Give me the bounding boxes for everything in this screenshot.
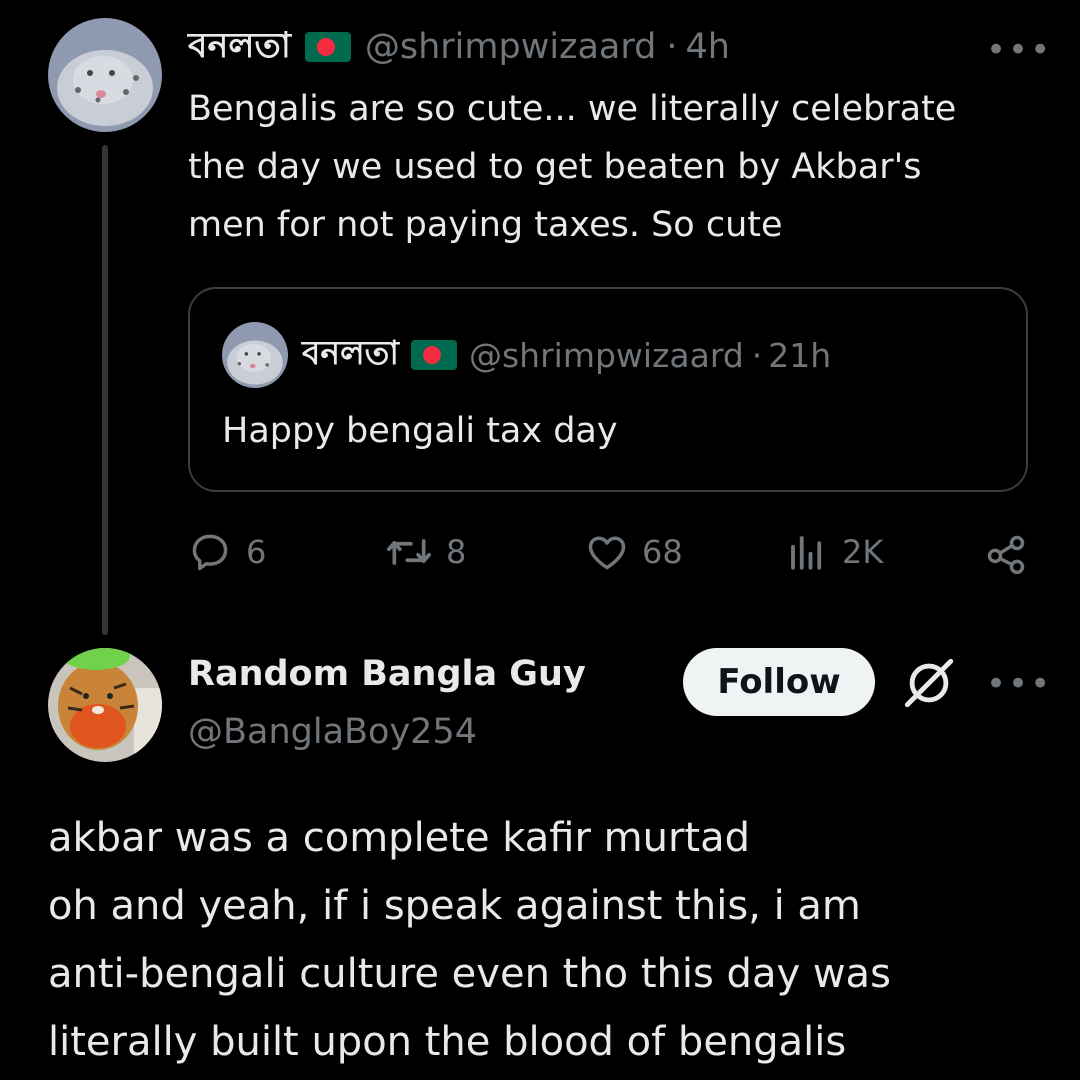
quoted-header: বনলতা @shrimpwizaard · 21h bbox=[302, 330, 831, 380]
snow-leopard-avatar-image bbox=[222, 322, 288, 388]
share-icon bbox=[987, 535, 1025, 575]
comment-bubble-icon bbox=[192, 534, 228, 571]
retweet-button[interactable]: 8 bbox=[384, 530, 466, 574]
quoted-text: Happy bengali tax day bbox=[222, 411, 618, 451]
reply-body: akbar was a complete kafir murtad oh and… bbox=[48, 804, 1068, 1076]
action-bar: 6 8 68 2K bbox=[188, 530, 1038, 586]
like-count: 68 bbox=[642, 533, 683, 571]
quoted-display-name: বনলতা bbox=[302, 333, 399, 372]
separator-dot: · bbox=[666, 27, 678, 67]
retweet-count: 8 bbox=[446, 533, 467, 571]
more-options-icon[interactable]: ••• bbox=[986, 664, 1052, 704]
like-button[interactable]: 68 bbox=[584, 530, 683, 574]
tweet-line: the day we used to get beaten by Akbar's bbox=[188, 147, 922, 187]
tweet-line: men for not paying taxes. So cute bbox=[188, 205, 783, 245]
bar-chart-icon bbox=[791, 536, 822, 570]
view-count: 2K bbox=[842, 533, 884, 571]
avatar[interactable] bbox=[48, 18, 162, 132]
reply-count: 6 bbox=[246, 533, 267, 571]
handle[interactable]: @shrimpwizaard bbox=[365, 27, 656, 67]
more-options-icon[interactable]: ••• bbox=[986, 30, 1052, 70]
slash-circle-icon bbox=[904, 658, 954, 708]
quoted-handle: @shrimpwizaard bbox=[468, 335, 744, 375]
follow-button[interactable]: Follow bbox=[683, 648, 875, 716]
reply-line: anti-bengali culture even tho this day w… bbox=[48, 951, 891, 997]
tiger-avatar-image bbox=[48, 648, 162, 762]
reply-display-name[interactable]: Random Bangla Guy bbox=[188, 654, 586, 694]
share-button[interactable] bbox=[984, 532, 1028, 580]
heart-icon bbox=[588, 536, 626, 570]
reply-line: oh and yeah, if i speak against this, i … bbox=[48, 883, 861, 929]
quoted-timestamp: 21h bbox=[768, 335, 832, 375]
bangladesh-flag-icon bbox=[304, 32, 351, 62]
timestamp[interactable]: 4h bbox=[685, 27, 729, 67]
views-button[interactable]: 2K bbox=[786, 530, 883, 574]
display-name[interactable]: বনলতা bbox=[188, 18, 291, 77]
bangladesh-flag-icon bbox=[410, 340, 457, 370]
reply-avatar[interactable] bbox=[48, 648, 162, 762]
reply-line: akbar was a complete kafir murtad bbox=[48, 815, 750, 861]
grok-button[interactable] bbox=[900, 654, 958, 716]
reply-button[interactable]: 6 bbox=[188, 530, 266, 574]
reply-handle[interactable]: @BanglaBoy254 bbox=[188, 712, 477, 752]
snow-leopard-avatar-image bbox=[48, 18, 162, 132]
reply-line: literally built upon the blood of bengal… bbox=[48, 1019, 847, 1065]
quoted-tweet[interactable] bbox=[188, 287, 1028, 492]
thread-line bbox=[102, 145, 108, 635]
tweet-body: Bengalis are so cute... we literally cel… bbox=[188, 80, 1048, 254]
separator-dot: · bbox=[751, 335, 763, 375]
tweet-line: Bengalis are so cute... we literally cel… bbox=[188, 89, 957, 129]
quoted-avatar bbox=[222, 322, 288, 388]
retweet-icon bbox=[387, 539, 431, 565]
tweet-header: বনলতা @shrimpwizaard · 4h bbox=[188, 22, 730, 72]
